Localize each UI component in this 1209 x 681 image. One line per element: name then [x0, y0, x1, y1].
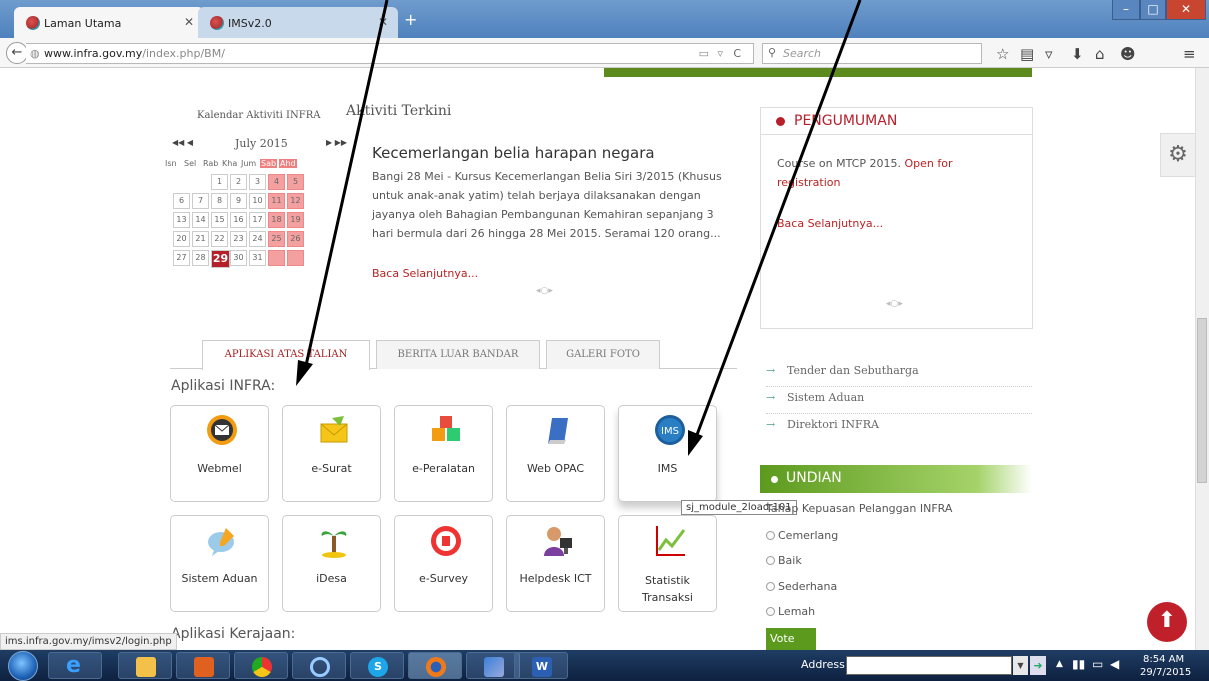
- skype-icon: S: [368, 657, 388, 677]
- word-icon: W: [532, 657, 552, 677]
- taskbar-explorer[interactable]: [118, 652, 172, 679]
- volume-icon[interactable]: ◀: [1110, 657, 1119, 671]
- taskbar-firefox[interactable]: [408, 652, 462, 679]
- address-toolbar-input[interactable]: [846, 656, 1012, 675]
- address-go-icon[interactable]: ➜: [1030, 656, 1046, 675]
- annotation-arrow-left: [303, 0, 389, 371]
- display-icon[interactable]: ▭: [1092, 657, 1103, 671]
- tray-expand-icon[interactable]: ▲: [1056, 659, 1063, 669]
- address-dropdown-icon[interactable]: ▼: [1013, 656, 1028, 675]
- chrome-icon: [252, 657, 272, 677]
- taskbar-app5[interactable]: [292, 652, 346, 679]
- clock-time[interactable]: 8:54 AM: [1143, 654, 1184, 665]
- taskbar-chrome[interactable]: [234, 652, 288, 679]
- taskbar-word[interactable]: W: [514, 652, 568, 679]
- target-icon: [310, 657, 330, 677]
- annotation-arrowhead-left: [296, 360, 313, 386]
- address-toolbar-label: Address: [801, 658, 845, 671]
- annotation-arrow-right: [693, 0, 862, 441]
- taskbar-app8[interactable]: [466, 652, 520, 679]
- taskbar-skype[interactable]: S: [350, 652, 404, 679]
- tool-icon: [484, 657, 504, 677]
- media-player-icon: [194, 657, 214, 677]
- folder-icon: [136, 657, 156, 677]
- network-icon[interactable]: ▮▮: [1072, 657, 1085, 671]
- clock-date[interactable]: 29/7/2015: [1140, 667, 1191, 678]
- firefox-icon: [426, 657, 446, 677]
- internet-explorer-icon: e: [66, 653, 81, 678]
- taskbar-ie[interactable]: e: [48, 652, 102, 679]
- annotation-arrowhead-right: [688, 430, 703, 456]
- taskbar-media[interactable]: [176, 652, 230, 679]
- start-button[interactable]: [8, 651, 38, 681]
- annotation-arrows: [296, 0, 862, 456]
